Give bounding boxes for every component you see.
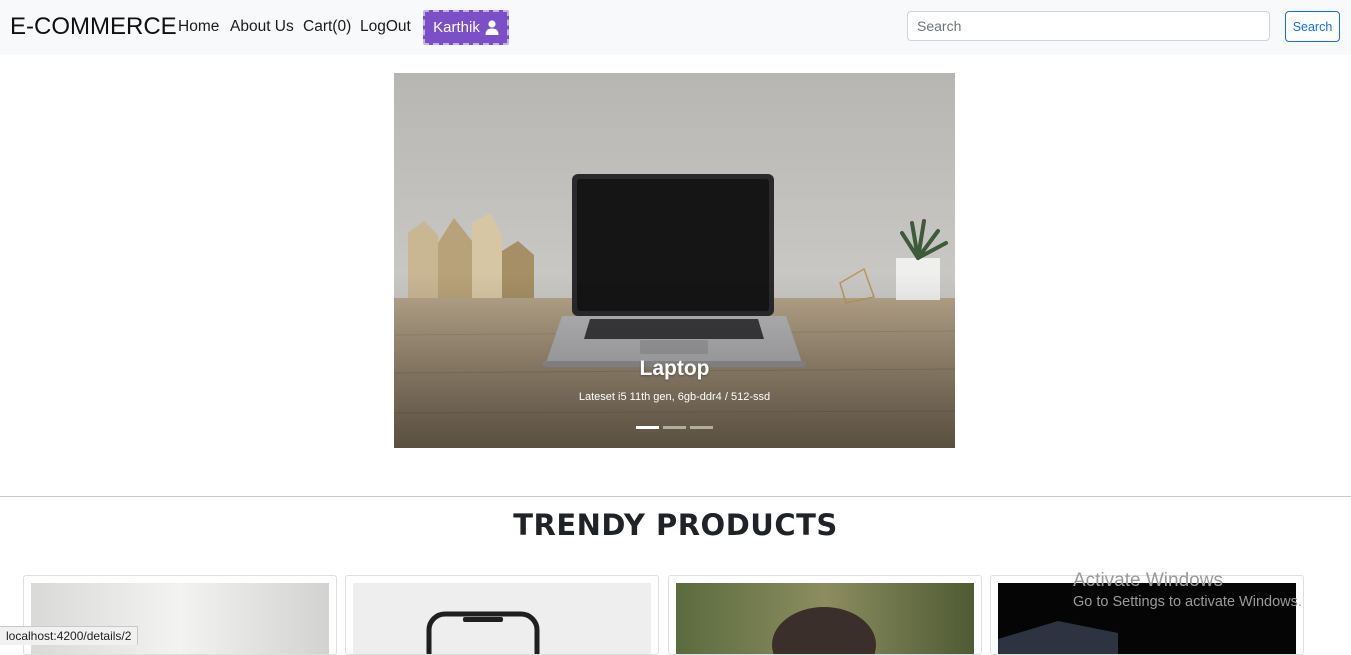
nav-link-about[interactable]: About Us xyxy=(230,18,294,36)
navbar: E-COMMERCE Home About Us Cart(0) LogOut … xyxy=(0,0,1351,55)
user-icon xyxy=(485,20,499,35)
nav-link-cart[interactable]: Cart(0) xyxy=(303,18,351,36)
user-profile-button[interactable]: Karthik xyxy=(423,10,509,45)
watermark-subtitle: Go to Settings to activate Windows. xyxy=(1073,594,1302,610)
watermark-title: Activate Windows xyxy=(1073,570,1223,591)
product-image xyxy=(676,583,974,654)
search-button[interactable]: Search xyxy=(1285,11,1340,42)
section-title: TRENDY PRODUCTS xyxy=(513,508,838,542)
user-name: Karthik xyxy=(433,19,480,36)
carousel-indicator-3[interactable] xyxy=(690,426,713,429)
search-input[interactable] xyxy=(907,11,1270,41)
slide-description: Lateset i5 11th gen, 6gb-ddr4 / 512-ssd xyxy=(578,391,771,403)
carousel-indicator-2[interactable] xyxy=(663,426,686,429)
windows-activation-watermark: Activate Windows Go to Settings to activ… xyxy=(1073,570,1302,610)
nav-link-logout[interactable]: LogOut xyxy=(360,18,411,36)
status-bar-url: localhost:4200/details/2 xyxy=(0,626,139,645)
nav-link-home[interactable]: Home xyxy=(178,18,219,36)
product-card[interactable] xyxy=(345,575,659,655)
slide-title: Laptop xyxy=(639,357,710,380)
hero-carousel[interactable]: Laptop Lateset i5 11th gen, 6gb-ddr4 / 5… xyxy=(394,73,955,448)
brand-logo[interactable]: E-COMMERCE xyxy=(10,13,177,41)
carousel-indicator-1[interactable] xyxy=(636,426,659,429)
product-image xyxy=(353,583,651,654)
section-divider xyxy=(0,496,1351,497)
product-card[interactable] xyxy=(668,575,982,655)
